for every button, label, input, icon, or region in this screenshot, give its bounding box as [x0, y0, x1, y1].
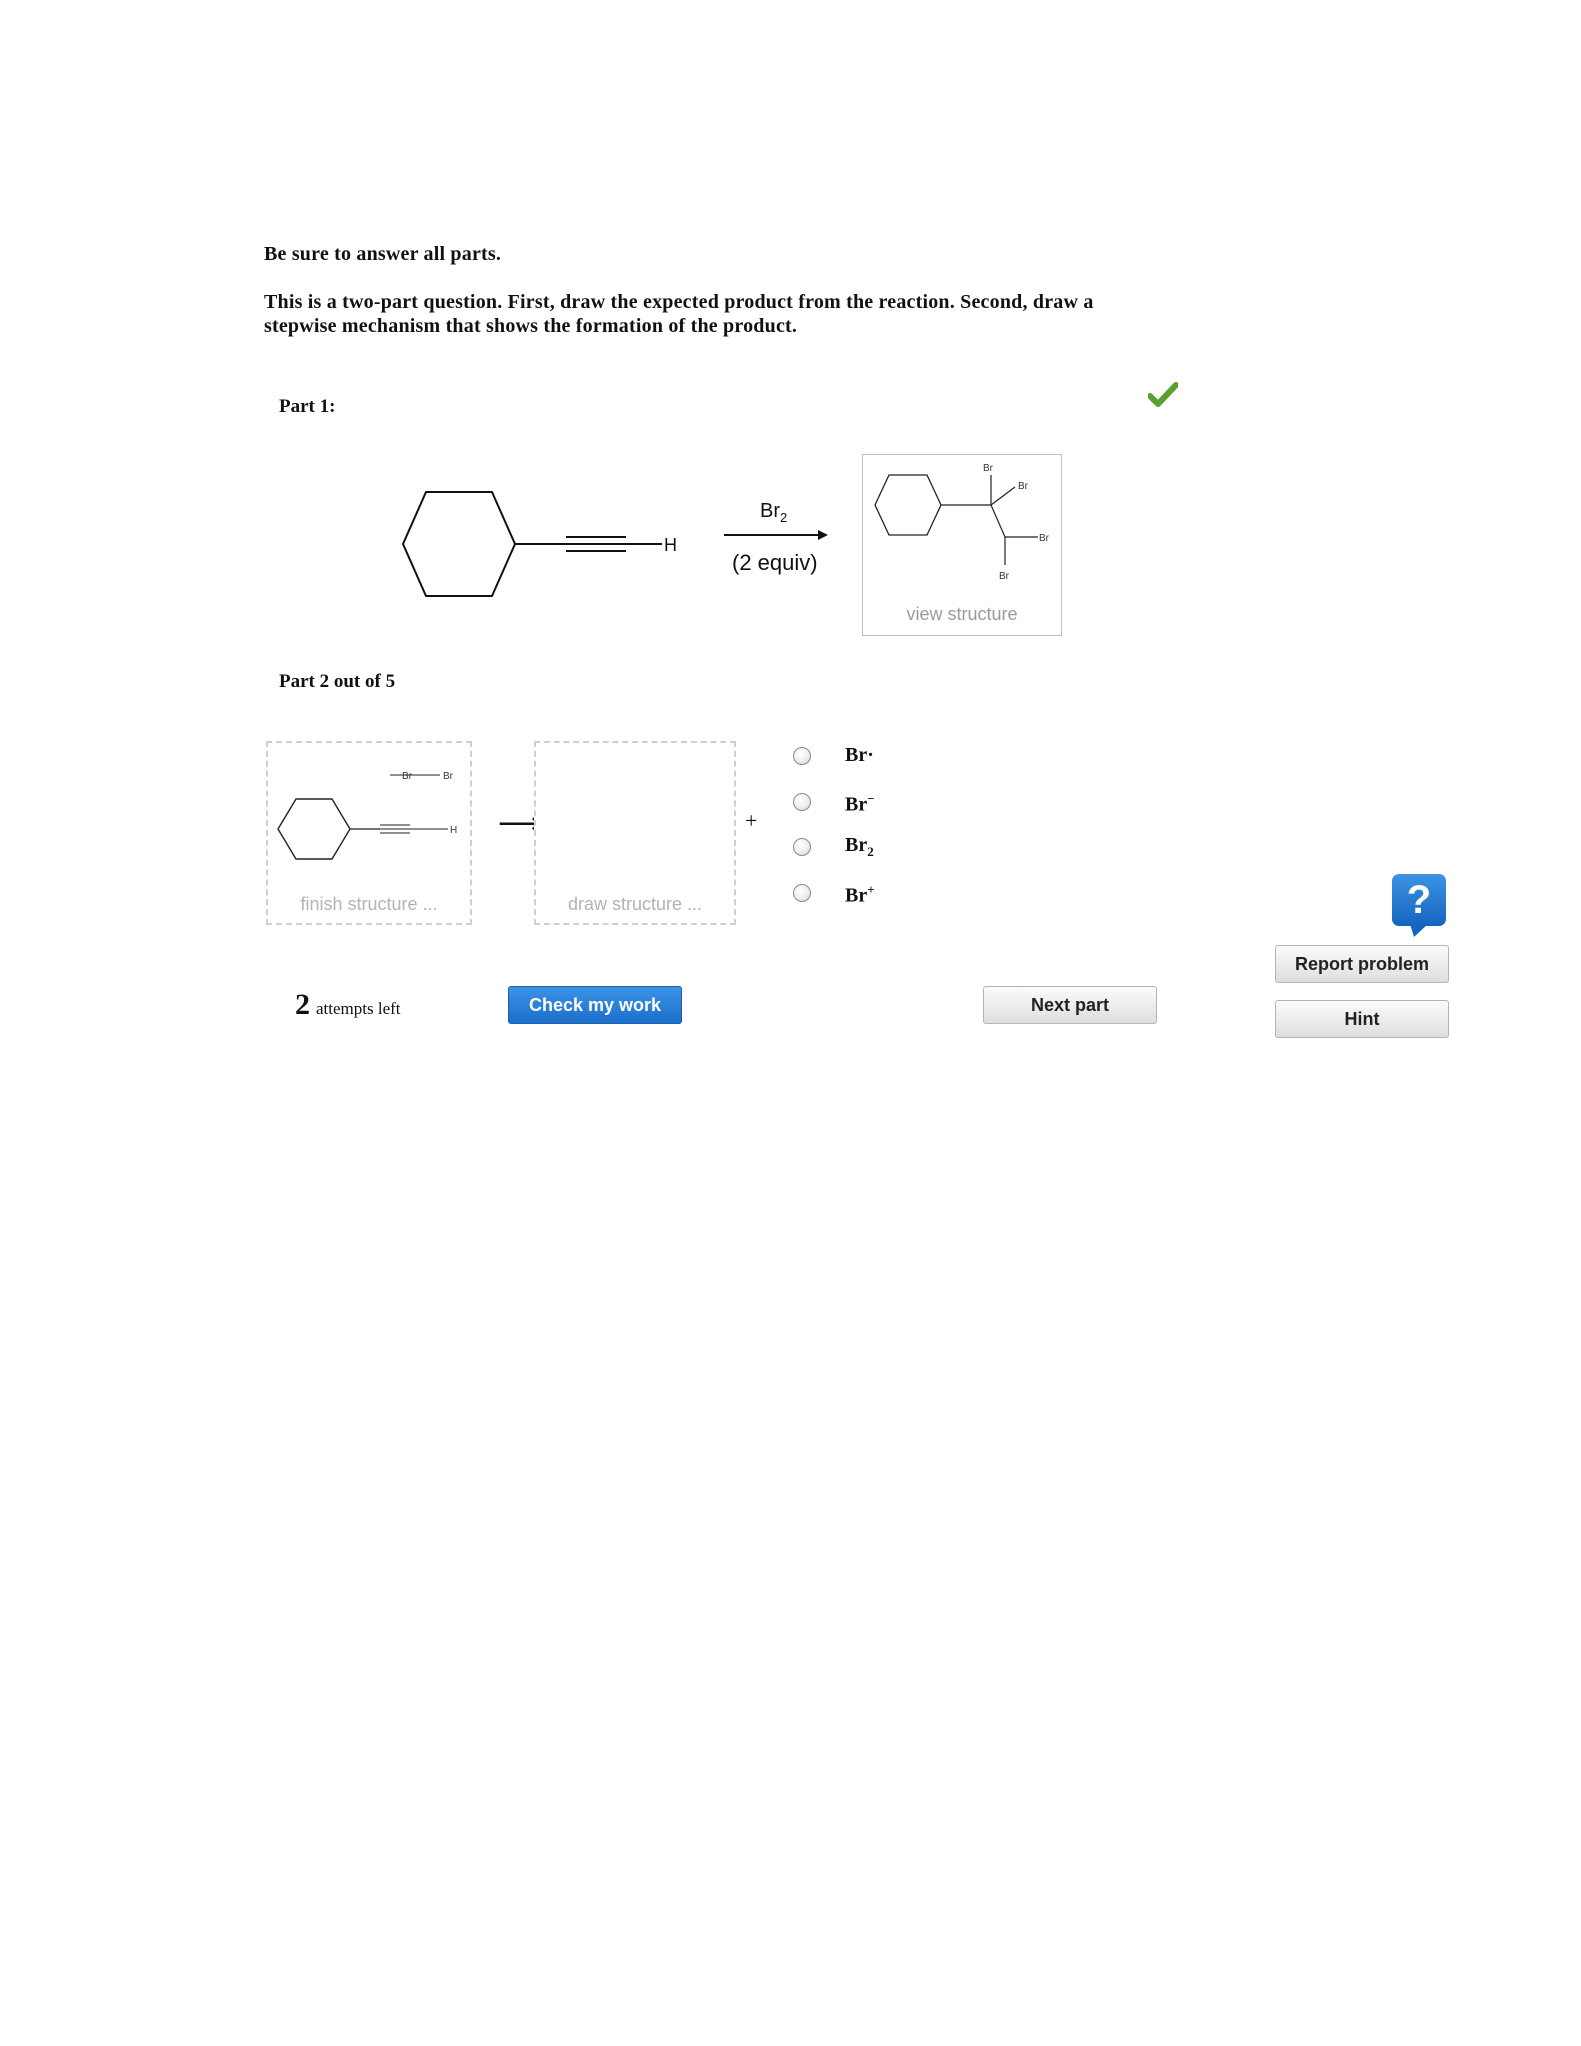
- radio-option-br-cation[interactable]: [793, 884, 811, 902]
- attempts-text: attempts left: [316, 999, 401, 1018]
- reactant-structure: H: [401, 491, 677, 597]
- view-structure-link[interactable]: view structure: [863, 604, 1061, 625]
- partial-br-label: Br: [443, 771, 454, 782]
- help-icon[interactable]: ?: [1392, 874, 1446, 926]
- option-label-br2: Br2: [845, 834, 874, 859]
- product-br-label: Br: [1039, 533, 1050, 544]
- option-label-br-anion: Br−: [845, 791, 875, 816]
- option-label-br-radical: Br·: [845, 744, 874, 766]
- option-label-br-cation: Br+: [845, 882, 875, 907]
- part2-label: Part 2 out of 5: [279, 671, 396, 692]
- partial-h-label: H: [450, 825, 457, 836]
- cyclohexane-ring: [401, 491, 517, 597]
- partial-br-label: Br: [402, 771, 413, 782]
- draw-structure-link[interactable]: draw structure ...: [536, 894, 734, 915]
- instructions-heading: Be sure to answer all parts.: [264, 243, 502, 265]
- attempts-indicator: 2 attempts left: [295, 988, 401, 1022]
- instructions-body: This is a two-part question. First, draw…: [264, 291, 1094, 337]
- reactant-h-label: H: [664, 535, 677, 555]
- checkmark-icon: [1148, 382, 1178, 407]
- radio-option-br-anion[interactable]: [793, 793, 811, 811]
- attempts-count: 2: [295, 988, 310, 1021]
- product-br-label: Br: [983, 463, 994, 474]
- finish-structure-link[interactable]: finish structure ...: [268, 894, 470, 915]
- part1-label: Part 1:: [279, 396, 336, 417]
- plus-sign: +: [745, 808, 758, 833]
- conditions-label: (2 equiv): [732, 550, 818, 575]
- partial-structure: Br Br H: [277, 771, 457, 860]
- product-br-label: Br: [999, 571, 1010, 582]
- draw-structure-box[interactable]: draw structure ...: [534, 741, 736, 925]
- radio-option-br-radical[interactable]: [793, 747, 811, 765]
- product-br-label: Br: [1018, 481, 1029, 492]
- reaction-arrow-icon: [724, 530, 828, 540]
- product-structure: Br Br Br Br: [874, 463, 1050, 582]
- check-my-work-button[interactable]: Check my work: [508, 986, 682, 1024]
- next-part-button[interactable]: Next part: [983, 986, 1157, 1024]
- help-icon-tail: [1410, 924, 1428, 937]
- reagent-label: Br2: [760, 500, 788, 525]
- report-problem-button[interactable]: Report problem: [1275, 945, 1449, 983]
- hint-button[interactable]: Hint: [1275, 1000, 1449, 1038]
- product-structure-box[interactable]: Br Br Br Br view structure: [862, 454, 1062, 636]
- finish-structure-box[interactable]: Br Br H finish structure ...: [266, 741, 472, 925]
- radio-option-br2[interactable]: [793, 838, 811, 856]
